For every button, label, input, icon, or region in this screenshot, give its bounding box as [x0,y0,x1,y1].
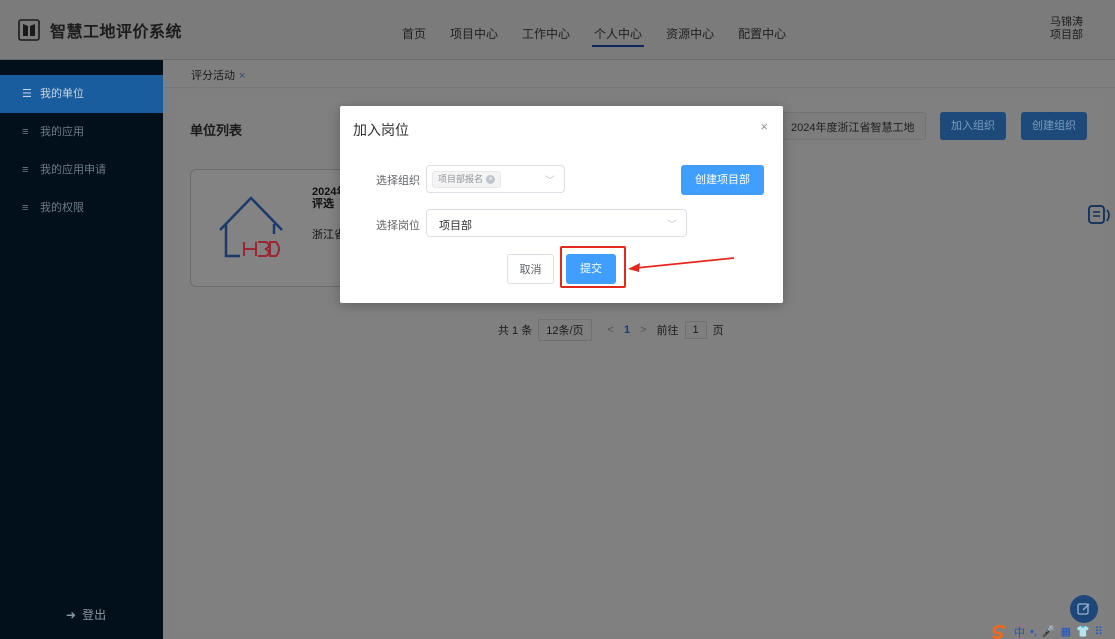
logout-button[interactable]: ➜ 登出 [66,606,106,623]
notes-float-icon[interactable] [1084,200,1110,230]
post-select[interactable]: 项目部 ﹀ [426,209,687,237]
red-arrow-annotation [628,257,735,272]
edit-fab-button[interactable] [1070,595,1098,623]
nav-work-center[interactable]: 工作中心 [510,0,582,60]
ime-voice-icon: 🎤 [1041,626,1056,638]
top-nav: 首页 项目中心 工作中心 个人中心 资源中心 配置中心 [390,0,798,60]
section-title: 单位列表 [190,123,243,138]
list-icon: ☰ [22,88,32,100]
goto-label: 前往 [656,325,679,337]
tab-bar: 评分活动 × [163,60,1115,88]
create-org-button[interactable]: 创建组织 [1021,112,1087,140]
sidebar-item-my-app-requests[interactable]: ≡ 我的应用申请 [0,151,163,189]
post-value: 项目部 [439,220,472,232]
user-name: 马锦涛 [1050,16,1083,28]
dialog-title: 加入岗位 [353,122,409,138]
sidebar-item-label: 我的单位 [40,88,84,100]
org-tag-label: 项目部报名 [438,174,484,184]
hbd-logo-icon [219,196,283,258]
sidebar-item-label: 我的应用申请 [40,164,106,176]
logout-label: 登出 [82,608,107,622]
menu-icon: ≡ [22,202,29,214]
org-select[interactable]: 项目部报名 × ﹀ [426,165,565,193]
nav-config-center[interactable]: 配置中心 [726,0,798,60]
next-page-button[interactable]: > [640,324,646,336]
nav-personal-center[interactable]: 个人中心 [582,0,654,60]
menu-icon: ≡ [22,164,29,176]
page-unit-label: 页 [712,325,724,337]
close-icon[interactable]: × [760,119,768,134]
prev-page-button[interactable]: < [608,324,614,336]
nav-resource-center[interactable]: 资源中心 [654,0,726,60]
join-org-button[interactable]: 加入组织 [940,112,1006,140]
submit-highlight-box [560,246,626,288]
sidebar: ☰ 我的单位 ≡ 我的应用 ≡ 我的应用申请 ≡ 我的权限 ➜ 登出 [0,60,163,639]
page-size-select[interactable]: 12条/页 [538,319,592,341]
tab-scoring-activity[interactable]: 评分活动 × [191,67,245,83]
sidebar-item-my-permissions[interactable]: ≡ 我的权限 [0,189,163,227]
top-header: 智慧工地评价系统 首页 项目中心 工作中心 个人中心 资源中心 配置中心 马锦涛… [0,0,1115,60]
tag-clear-icon[interactable]: × [486,175,496,184]
activity-search-input[interactable]: 2024年度浙江省智慧工地 [780,112,926,140]
chevron-down-icon: ﹀ [667,220,677,231]
page-number-1[interactable]: 1 [624,324,630,336]
edit-icon [1077,603,1090,615]
sidebar-item-label: 我的权限 [40,202,84,214]
ime-mode: 中 [1014,626,1025,639]
logout-icon: ➜ [66,607,77,622]
ime-punct: •, [1030,625,1037,638]
org-tag: 项目部报名 × [432,171,502,188]
goto-page-input[interactable]: 1 [684,321,707,339]
ime-tools-icon: ⠿ [1094,626,1103,638]
menu-icon: ≡ [22,126,29,138]
sidebar-item-my-unit[interactable]: ☰ 我的单位 [0,75,163,113]
close-icon[interactable]: × [239,70,245,82]
org-label: 选择组织 [376,175,420,187]
book-logo-icon [18,19,40,41]
logo[interactable]: 智慧工地评价系统 [18,0,182,60]
pagination: 共 1 条 12条/页 < 1 > 前往 1 页 [498,319,724,341]
post-label: 选择岗位 [376,220,420,232]
nav-project-center[interactable]: 项目中心 [438,0,510,60]
pager-total: 共 1 条 [498,325,533,337]
sidebar-item-my-apps[interactable]: ≡ 我的应用 [0,113,163,151]
ime-keyboard-icon: ▦ [1060,626,1072,638]
user-role: 项目部 [1050,29,1083,41]
ime-toolbar[interactable]: 中 •, 🎤 ▦ 👕 ⠿ [991,624,1103,639]
tab-label: 评分活动 [191,70,235,82]
sidebar-item-label: 我的应用 [40,126,84,138]
ime-skin-icon: 👕 [1076,626,1090,638]
cancel-button[interactable]: 取消 [507,254,554,284]
nav-home[interactable]: 首页 [390,0,438,60]
app-title: 智慧工地评价系统 [50,24,183,41]
sogou-logo-icon [992,624,1006,639]
chevron-down-icon: ﹀ [545,176,555,187]
user-menu[interactable]: 马锦涛 项目部 [1050,16,1083,42]
unit-card[interactable]: 2024年 评选 浙江省 [190,169,350,287]
create-dept-button[interactable]: 创建项目部 [681,165,764,195]
